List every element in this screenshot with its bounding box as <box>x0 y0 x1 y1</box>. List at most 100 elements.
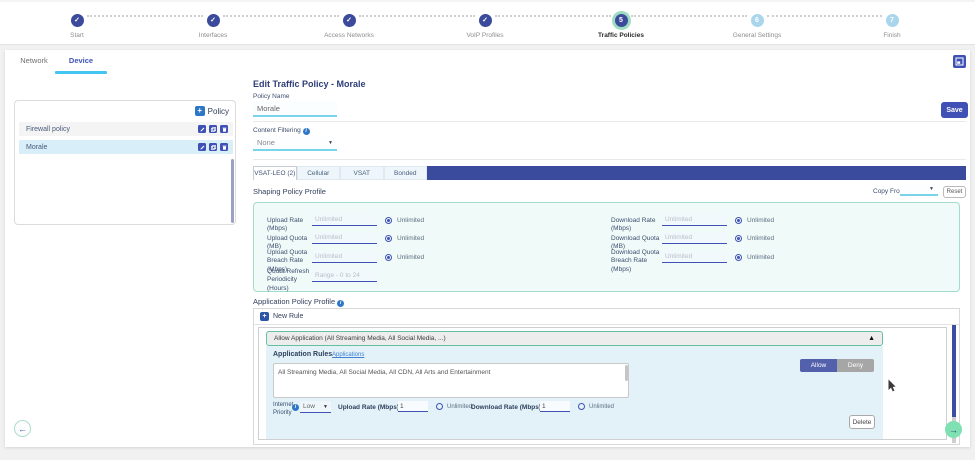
policy-name: Firewall policy <box>26 126 70 133</box>
info-icon[interactable]: i <box>303 128 310 135</box>
unlimited-radio[interactable] <box>735 217 742 224</box>
radio-label: Unlimited <box>747 235 774 242</box>
rule-download-rate-input[interactable] <box>540 401 570 412</box>
field-label: Quota Refresh Periodicity (Hours) <box>267 268 315 293</box>
edit-icon[interactable] <box>198 125 206 133</box>
policy-row-morale[interactable]: Morale <box>19 140 233 154</box>
step-number: 6 <box>751 14 764 27</box>
field-label: Download Rate (Mbps) <box>611 217 663 234</box>
mouse-cursor <box>888 379 896 397</box>
policy-panel-title: Policy <box>208 107 229 116</box>
unlimited-radio[interactable] <box>385 235 392 242</box>
applications-textarea[interactable]: All Streaming Media, All Social Media, A… <box>273 363 629 398</box>
step-interfaces[interactable]: ✓ Interfaces <box>168 9 258 39</box>
upload-breach-rate-input[interactable] <box>312 251 377 263</box>
wizard-stepper: ✓ Start ✓ Interfaces ✓ Access Networks ✓… <box>0 0 975 45</box>
copy-icon[interactable] <box>209 143 217 151</box>
download-rate-input[interactable] <box>662 214 727 226</box>
policy-row-firewall[interactable]: Firewall policy <box>19 122 233 136</box>
step-general-settings[interactable]: 6 General Settings <box>712 9 802 39</box>
policy-name-input[interactable] <box>253 101 337 117</box>
tab-network[interactable]: Network <box>9 56 59 65</box>
upload-rate-input[interactable] <box>312 214 377 226</box>
policy-panel-header: + Policy <box>195 106 229 116</box>
copy-icon[interactable] <box>209 125 217 133</box>
rules-scrollbar-thumb[interactable] <box>952 325 956 417</box>
window-layout-glyph <box>955 57 964 66</box>
allow-toggle[interactable]: Allow <box>800 359 837 372</box>
priority-select[interactable]: Low ▼ <box>300 401 331 413</box>
applications-link[interactable]: Applications <box>332 352 364 358</box>
radio-label: Unlimited <box>397 217 424 224</box>
step-label: General Settings <box>712 32 802 39</box>
chevron-down-icon: ▼ <box>929 186 934 192</box>
check-icon: ✓ <box>71 14 84 27</box>
unlimited-radio[interactable] <box>385 217 392 224</box>
back-fab-button[interactable]: ← <box>14 420 31 437</box>
delete-icon[interactable] <box>220 125 228 133</box>
tab-cellular[interactable]: Cellular <box>297 166 341 180</box>
quota-refresh-input[interactable] <box>312 270 377 282</box>
step-start[interactable]: ✓ Start <box>32 9 122 39</box>
divider <box>253 159 966 160</box>
chevron-up-icon[interactable]: ▲ <box>868 335 875 342</box>
edit-icon[interactable] <box>198 143 206 151</box>
upload-quota-input[interactable] <box>312 232 377 244</box>
step-traffic-policies[interactable]: 5 Traffic Policies <box>576 9 666 39</box>
download-quota-input[interactable] <box>662 232 727 244</box>
delete-rule-button[interactable]: Delete <box>849 415 875 429</box>
page-title: Edit Traffic Policy - Morale <box>253 79 366 89</box>
tab-vsat[interactable]: VSAT <box>340 166 384 180</box>
content-filtering-select[interactable]: None ▼ <box>253 136 337 151</box>
step-voip-profiles[interactable]: ✓ VoIP Profiles <box>440 9 530 39</box>
save-button[interactable]: Save <box>941 102 968 118</box>
reset-button[interactable]: Reset <box>943 186 966 198</box>
upload-unlimited-radio[interactable] <box>436 403 443 410</box>
unlimited-radio[interactable] <box>735 254 742 261</box>
radio-label: Unlimited <box>447 404 472 410</box>
step-label: Finish <box>847 32 937 39</box>
rule-upload-rate-label: Upload Rate (Mbps) <box>338 404 399 412</box>
step-label: Start <box>32 32 122 39</box>
step-label: Interfaces <box>168 32 258 39</box>
rule-body: Application Rules Applications All Strea… <box>266 346 883 439</box>
step-access-networks[interactable]: ✓ Access Networks <box>304 9 394 39</box>
step-finish[interactable]: 7 Finish <box>847 9 937 39</box>
info-icon[interactable]: i <box>292 404 299 411</box>
tab-bar-filler <box>427 166 966 180</box>
tab-bonded[interactable]: Bonded <box>384 166 428 180</box>
radio-label: Unlimited <box>397 254 424 261</box>
unlimited-radio[interactable] <box>735 235 742 242</box>
step-label: Access Networks <box>304 32 394 39</box>
active-tab-underline <box>55 71 107 74</box>
download-breach-rate-input[interactable] <box>662 251 727 263</box>
add-policy-icon[interactable]: + <box>195 106 205 116</box>
deny-toggle[interactable]: Deny <box>837 359 874 372</box>
rule-card: Allow Application (All Streaming Media, … <box>258 327 947 440</box>
divider <box>253 121 966 122</box>
shaping-heading: Shaping Policy Profile <box>253 187 326 196</box>
check-icon: ✓ <box>343 14 356 27</box>
content-filtering-label: Content Filtering i <box>253 127 310 135</box>
textarea-scrollbar[interactable] <box>625 365 628 381</box>
new-rule-button[interactable]: + New Rule <box>254 309 959 325</box>
copy-from-select[interactable]: ▼ <box>900 184 938 196</box>
policy-list-scrollbar[interactable] <box>231 159 235 223</box>
step-label: Traffic Policies <box>576 32 666 39</box>
add-rule-icon: + <box>260 312 269 321</box>
policy-list-panel: + Policy Firewall policy <box>14 100 236 225</box>
download-unlimited-radio[interactable] <box>578 403 585 410</box>
policy-name: Morale <box>26 144 47 151</box>
info-icon[interactable]: i <box>337 300 344 307</box>
rule-upload-rate-input[interactable] <box>398 401 428 412</box>
new-rule-label: New Rule <box>273 313 303 320</box>
rule-summary: Allow Application (All Streaming Media, … <box>274 335 446 342</box>
delete-icon[interactable] <box>220 143 228 151</box>
unlimited-radio[interactable] <box>385 254 392 261</box>
rule-accordion-header[interactable]: Allow Application (All Streaming Media, … <box>266 331 883 346</box>
tab-device[interactable]: Device <box>56 56 106 65</box>
panel-toggle-icon[interactable] <box>953 55 966 68</box>
next-fab-button[interactable]: → <box>945 421 962 438</box>
tab-vsat-leo[interactable]: VSAT-LEO (2) <box>253 166 297 180</box>
chevron-down-icon: ▼ <box>323 404 328 410</box>
